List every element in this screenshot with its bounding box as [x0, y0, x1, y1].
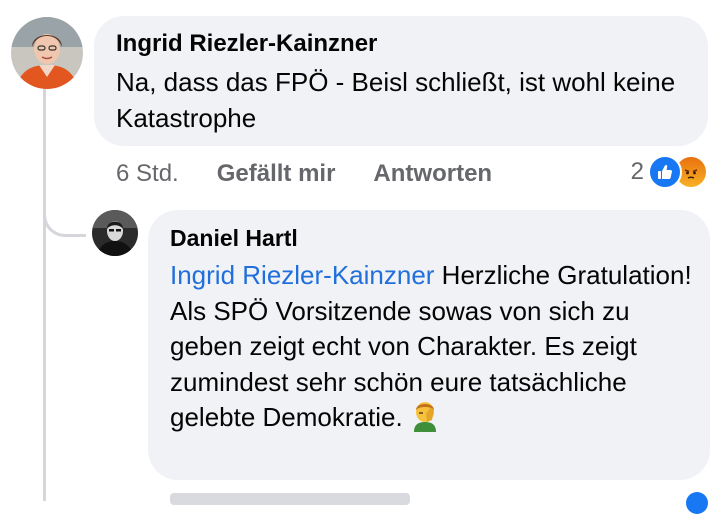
- comment-time[interactable]: 6 Std.: [116, 160, 179, 188]
- reply-text: Ingrid Riezler-Kainzner Herzliche Gratul…: [170, 258, 700, 442]
- thread-line: [43, 88, 46, 501]
- like-button[interactable]: Gefällt mir: [217, 160, 336, 188]
- comment-actions: 6 Std. Gefällt mir Antworten: [116, 157, 530, 191]
- next-actions-cut: [170, 493, 410, 505]
- reply-avatar[interactable]: [92, 210, 138, 256]
- reply-button[interactable]: Antworten: [373, 160, 492, 188]
- avatar[interactable]: [11, 17, 83, 89]
- reaction-count: 2: [630, 158, 644, 185]
- reaction-summary[interactable]: 2: [631, 154, 708, 190]
- comment-author[interactable]: Ingrid Riezler-Kainzner: [116, 30, 377, 58]
- comment-text: Na, dass das FPÖ - Beisl schließt, ist w…: [116, 67, 676, 133]
- thread-branch: [43, 190, 86, 237]
- reply-author[interactable]: Daniel Hartl: [170, 225, 298, 252]
- next-reaction-cut: [686, 492, 708, 514]
- like-icon: [648, 155, 682, 189]
- facepalm-emoji: [411, 400, 439, 442]
- mention-link[interactable]: Ingrid Riezler-Kainzner: [170, 260, 434, 290]
